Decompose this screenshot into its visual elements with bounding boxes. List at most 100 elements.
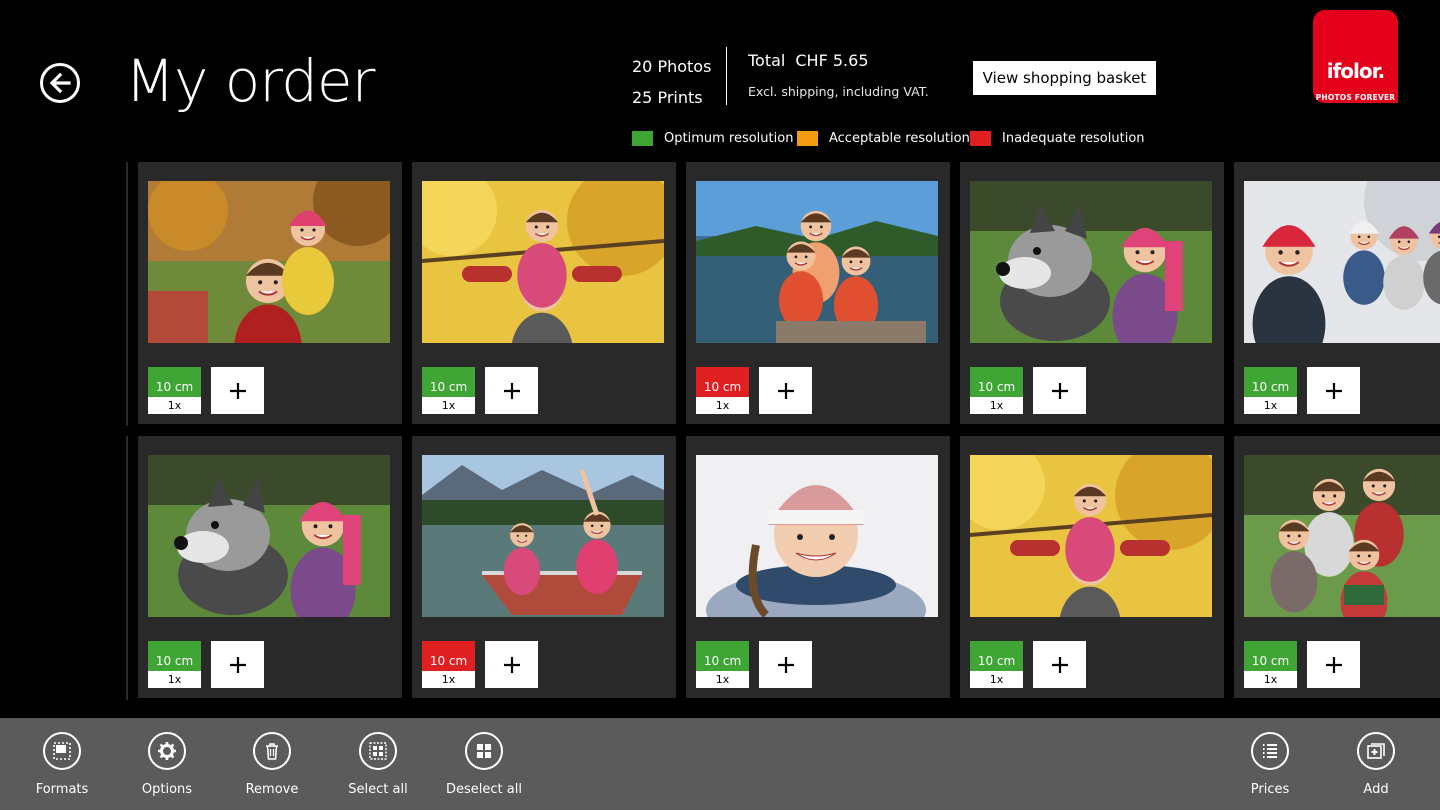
print-size: 10 cm [422, 641, 475, 671]
photo-thumbnail[interactable] [696, 181, 938, 343]
legend-swatch [797, 131, 818, 146]
legend-item: Acceptable resolution [797, 131, 970, 146]
print-quantity: 1x [148, 671, 201, 688]
add-format-button[interactable] [211, 641, 264, 688]
photo-thumbnail[interactable] [1244, 455, 1440, 617]
plus-icon [229, 382, 246, 399]
total-label: Total [748, 51, 786, 70]
format-badge[interactable]: 10 cm 1x [970, 641, 1023, 688]
add-button[interactable]: Add [1326, 732, 1426, 797]
print-card[interactable]: 10 cm 1x [960, 436, 1224, 698]
print-card[interactable]: 10 cm 1x [686, 162, 950, 424]
print-quantity: 1x [422, 397, 475, 414]
formats-button[interactable]: Formats [12, 732, 112, 797]
prices-button[interactable]: Prices [1220, 732, 1320, 797]
print-size: 10 cm [970, 641, 1023, 671]
print-size: 10 cm [970, 367, 1023, 397]
appbar-label: Select all [348, 782, 408, 797]
print-size: 10 cm [148, 367, 201, 397]
prints-count: 25 Prints [632, 88, 703, 107]
order-total: Total CHF 5.65 [748, 51, 869, 70]
photo-thumbnail[interactable] [148, 181, 390, 343]
appbar-label: Deselect all [446, 782, 522, 797]
grid-divider [126, 162, 128, 426]
legend-item: Optimum resolution [632, 131, 793, 146]
add-format-button[interactable] [1307, 367, 1360, 414]
print-size: 10 cm [148, 641, 201, 671]
options-button[interactable]: Options [117, 732, 217, 797]
logo-tagline: PHOTOS FOREVER [1315, 93, 1396, 102]
photo-thumbnail[interactable] [970, 181, 1212, 343]
legend-item: Inadequate resolution [970, 131, 1145, 146]
select-all-button[interactable]: Select all [328, 732, 428, 797]
print-card[interactable]: 10 cm 1x [686, 436, 950, 698]
photo-thumbnail[interactable] [422, 181, 664, 343]
photo-thumbnail[interactable] [970, 455, 1212, 617]
format-badge[interactable]: 10 cm 1x [696, 641, 749, 688]
total-note: Excl. shipping, including VAT. [748, 84, 929, 99]
add-photo-icon [1367, 743, 1385, 759]
print-card[interactable]: 10 cm 1x [1234, 436, 1440, 698]
arrow-left-icon [49, 72, 71, 94]
appbar-label: Remove [245, 782, 299, 797]
appbar-label: Formats [35, 782, 89, 797]
legend-label: Optimum resolution [664, 131, 794, 146]
select-all-icon [369, 742, 387, 760]
print-card[interactable]: 10 cm 1x [1234, 162, 1440, 424]
remove-button[interactable]: Remove [222, 732, 322, 797]
print-card[interactable]: 10 cm 1x [960, 162, 1224, 424]
print-quantity: 1x [422, 671, 475, 688]
add-format-button[interactable] [1033, 367, 1086, 414]
print-quantity: 1x [148, 397, 201, 414]
photo-thumbnail[interactable] [1244, 181, 1440, 343]
app-bar: Formats Options Remove Select all Deselect a… [0, 718, 1440, 810]
order-counts: 20 Photos 25 Prints [632, 51, 711, 113]
deselect-all-button[interactable]: Deselect all [434, 732, 534, 797]
gear-icon [158, 742, 176, 760]
format-badge[interactable]: 10 cm 1x [148, 367, 201, 414]
add-format-button[interactable] [211, 367, 264, 414]
photos-count: 20 Photos [632, 57, 712, 76]
plus-icon [229, 656, 246, 673]
print-card[interactable]: 10 cm 1x [138, 436, 402, 698]
list-icon [1263, 744, 1277, 758]
photo-thumbnail[interactable] [148, 455, 390, 617]
add-format-button[interactable] [759, 641, 812, 688]
add-format-button[interactable] [759, 367, 812, 414]
format-badge[interactable]: 10 cm 1x [148, 641, 201, 688]
total-amount: CHF 5.65 [795, 51, 869, 70]
print-card[interactable]: 10 cm 1x [138, 162, 402, 424]
add-format-button[interactable] [1033, 641, 1086, 688]
back-button[interactable] [40, 63, 80, 103]
legend-swatch [970, 131, 991, 146]
photo-thumbnail[interactable] [422, 455, 664, 617]
plus-icon [1051, 656, 1068, 673]
format-badge[interactable]: 10 cm 1x [422, 367, 475, 414]
add-format-button[interactable] [485, 367, 538, 414]
print-quantity: 1x [970, 397, 1023, 414]
photo-thumbnail[interactable] [696, 455, 938, 617]
summary-divider [726, 47, 727, 105]
plus-icon [1051, 382, 1068, 399]
format-badge[interactable]: 10 cm 1x [970, 367, 1023, 414]
print-card[interactable]: 10 cm 1x [412, 162, 676, 424]
print-size: 10 cm [422, 367, 475, 397]
legend-label: Inadequate resolution [1002, 131, 1145, 146]
print-card[interactable]: 10 cm 1x [412, 436, 676, 698]
print-quantity: 1x [696, 397, 749, 414]
ifolor-logo: ifolor. PHOTOS FOREVER [1313, 10, 1398, 103]
logo-brand: ifolor. [1326, 59, 1386, 83]
format-badge[interactable]: 10 cm 1x [696, 367, 749, 414]
plus-icon [777, 656, 794, 673]
view-shopping-basket-button[interactable]: View shopping basket [973, 61, 1156, 95]
print-size: 10 cm [1244, 367, 1297, 397]
add-format-button[interactable] [485, 641, 538, 688]
page-title: My order [125, 47, 375, 115]
formats-icon [53, 742, 71, 760]
format-badge[interactable]: 10 cm 1x [1244, 641, 1297, 688]
format-badge[interactable]: 10 cm 1x [422, 641, 475, 688]
add-format-button[interactable] [1307, 641, 1360, 688]
grid-divider [126, 436, 128, 700]
format-badge[interactable]: 10 cm 1x [1244, 367, 1297, 414]
print-quantity: 1x [970, 671, 1023, 688]
